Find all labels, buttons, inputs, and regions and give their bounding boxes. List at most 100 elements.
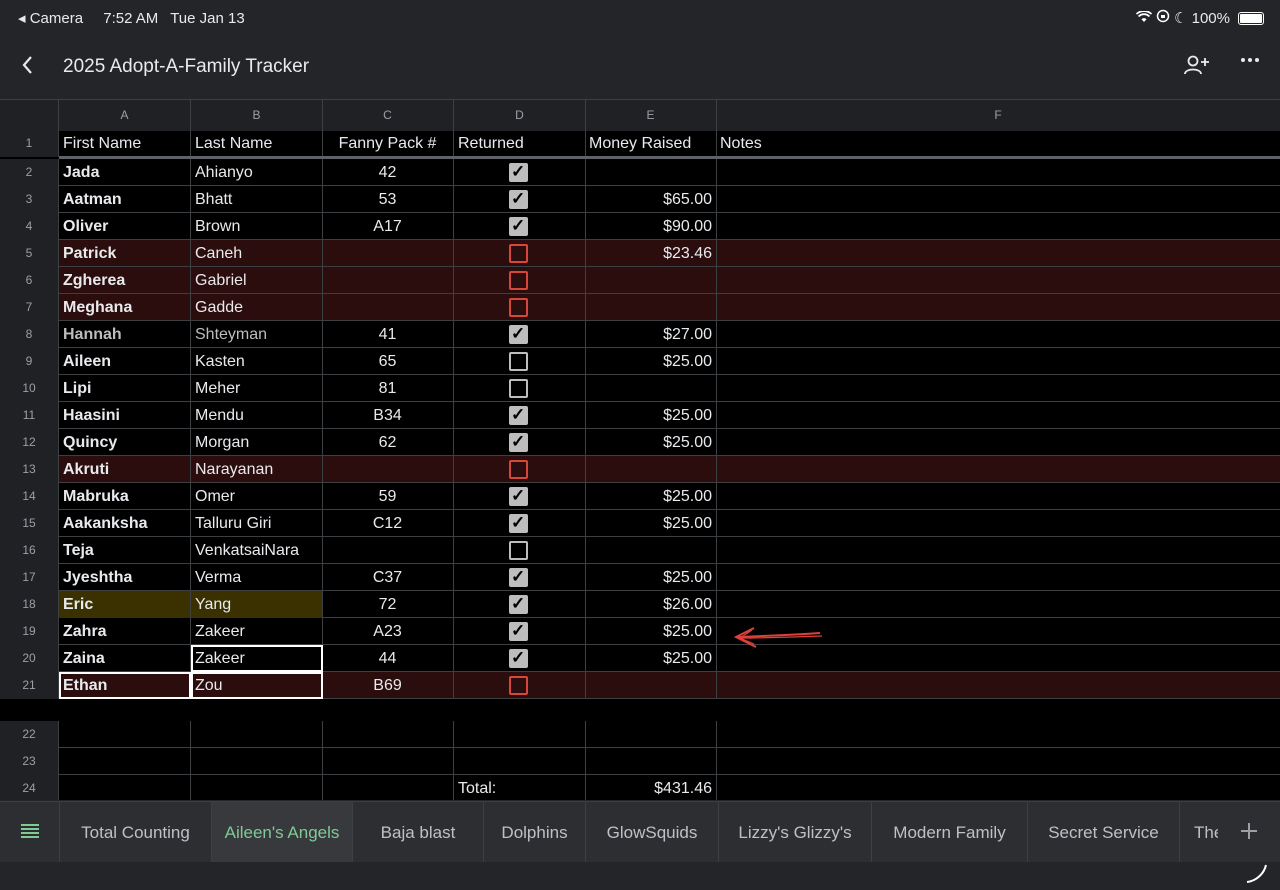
notes-cell[interactable]: [716, 267, 1280, 294]
first-name-cell[interactable]: Haasini: [59, 402, 191, 429]
cell[interactable]: [322, 748, 454, 775]
notes-cell[interactable]: [716, 564, 1280, 591]
header-last-name[interactable]: Last Name: [191, 130, 323, 157]
last-name-cell[interactable]: Caneh: [191, 240, 323, 267]
spreadsheet-grid[interactable]: A B C D E F 1 First Name Last Name Fanny…: [0, 99, 1280, 800]
cell[interactable]: [59, 775, 191, 800]
fanny-pack-cell[interactable]: [322, 537, 454, 564]
money-raised-cell[interactable]: $25.00: [585, 645, 717, 672]
first-name-cell[interactable]: Patrick: [59, 240, 191, 267]
returned-cell[interactable]: [454, 564, 586, 591]
money-raised-cell[interactable]: [585, 456, 717, 483]
fanny-pack-cell[interactable]: A17: [322, 213, 454, 240]
fanny-pack-cell[interactable]: 41: [322, 321, 454, 348]
returned-cell[interactable]: [454, 456, 586, 483]
first-name-cell[interactable]: Quincy: [59, 429, 191, 456]
row-number[interactable]: 1: [0, 130, 59, 157]
returned-cell[interactable]: [454, 618, 586, 645]
fanny-pack-cell[interactable]: B34: [322, 402, 454, 429]
returned-cell[interactable]: [454, 402, 586, 429]
total-value-cell[interactable]: $431.46: [585, 775, 717, 800]
select-all-corner[interactable]: [0, 100, 59, 131]
first-name-cell[interactable]: Zgherea: [59, 267, 191, 294]
returned-cell[interactable]: [454, 537, 586, 564]
returned-cell[interactable]: [454, 159, 586, 186]
column-header-c[interactable]: C: [322, 100, 454, 131]
returned-cell[interactable]: [454, 375, 586, 402]
notes-cell[interactable]: [716, 591, 1280, 618]
header-fanny-pack[interactable]: Fanny Pack #: [322, 130, 454, 157]
column-header-a[interactable]: A: [59, 100, 191, 131]
sheet-tab[interactable]: The: [1180, 802, 1222, 863]
returned-cell[interactable]: [454, 186, 586, 213]
last-name-cell[interactable]: Omer: [191, 483, 323, 510]
last-name-cell[interactable]: Shteyman: [191, 321, 323, 348]
row-number[interactable]: 15: [0, 510, 59, 537]
returned-cell[interactable]: [454, 267, 586, 294]
first-name-cell[interactable]: Mabruka: [59, 483, 191, 510]
cell[interactable]: [191, 721, 323, 748]
sheet-tab[interactable]: Lizzy's Glizzy's: [719, 802, 872, 863]
row-number[interactable]: 12: [0, 429, 59, 456]
last-name-cell[interactable]: Gadde: [191, 294, 323, 321]
last-name-cell[interactable]: VenkatsaiNara: [191, 537, 323, 564]
notes-cell[interactable]: [716, 240, 1280, 267]
returned-checkbox[interactable]: [509, 429, 528, 455]
fanny-pack-cell[interactable]: C12: [322, 510, 454, 537]
returned-checkbox[interactable]: [509, 645, 528, 671]
returned-checkbox[interactable]: [509, 591, 528, 617]
row-number[interactable]: 9: [0, 348, 59, 375]
cell[interactable]: [322, 775, 454, 800]
row-number[interactable]: 21: [0, 672, 59, 699]
returned-checkbox[interactable]: [509, 321, 528, 347]
notes-cell[interactable]: [716, 321, 1280, 348]
returned-checkbox[interactable]: [509, 402, 528, 428]
row-number[interactable]: 8: [0, 321, 59, 348]
sheet-tab[interactable]: Total Counting: [60, 802, 212, 863]
fanny-pack-cell[interactable]: 65: [322, 348, 454, 375]
last-name-cell[interactable]: Zakeer: [191, 645, 323, 672]
money-raised-cell[interactable]: [585, 159, 717, 186]
sheet-tab[interactable]: Aileen's Angels: [212, 802, 353, 863]
notes-cell[interactable]: [716, 294, 1280, 321]
fanny-pack-cell[interactable]: [322, 240, 454, 267]
returned-checkbox[interactable]: [509, 676, 528, 695]
notes-cell[interactable]: [716, 213, 1280, 240]
notes-cell[interactable]: [716, 186, 1280, 213]
row-number[interactable]: 7: [0, 294, 59, 321]
fanny-pack-cell[interactable]: 62: [322, 429, 454, 456]
cell[interactable]: [191, 775, 323, 800]
first-name-cell[interactable]: Eric: [59, 591, 191, 618]
notes-cell[interactable]: [716, 456, 1280, 483]
money-raised-cell[interactable]: $25.00: [585, 402, 717, 429]
sheet-tab[interactable]: Modern Family: [872, 802, 1028, 863]
first-name-cell[interactable]: Hannah: [59, 321, 191, 348]
last-name-cell[interactable]: Mendu: [191, 402, 323, 429]
returned-checkbox[interactable]: [509, 541, 528, 560]
column-header-f[interactable]: F: [716, 100, 1280, 131]
money-raised-cell[interactable]: [585, 294, 717, 321]
header-first-name[interactable]: First Name: [59, 130, 191, 157]
notes-cell[interactable]: [716, 537, 1280, 564]
all-sheets-button[interactable]: [0, 802, 60, 863]
column-header-d[interactable]: D: [454, 100, 586, 131]
back-button[interactable]: [20, 54, 34, 79]
notes-cell[interactable]: [716, 402, 1280, 429]
row-number[interactable]: 2: [0, 159, 59, 186]
sheet-tab[interactable]: Dolphins: [484, 802, 586, 863]
returned-checkbox[interactable]: [509, 298, 528, 317]
row-number[interactable]: 4: [0, 213, 59, 240]
returned-cell[interactable]: [454, 672, 586, 699]
returned-cell[interactable]: [454, 591, 586, 618]
returned-checkbox[interactable]: [509, 352, 528, 371]
back-to-app-link[interactable]: ◂ Camera: [18, 10, 91, 27]
row-number[interactable]: 19: [0, 618, 59, 645]
first-name-cell[interactable]: Zaina: [59, 645, 191, 672]
row-number[interactable]: 24: [0, 775, 59, 800]
notes-cell[interactable]: [716, 159, 1280, 186]
last-name-cell[interactable]: Verma: [191, 564, 323, 591]
returned-checkbox[interactable]: [509, 379, 528, 398]
money-raised-cell[interactable]: $25.00: [585, 429, 717, 456]
row-number[interactable]: 17: [0, 564, 59, 591]
last-name-cell[interactable]: Zakeer: [191, 618, 323, 645]
